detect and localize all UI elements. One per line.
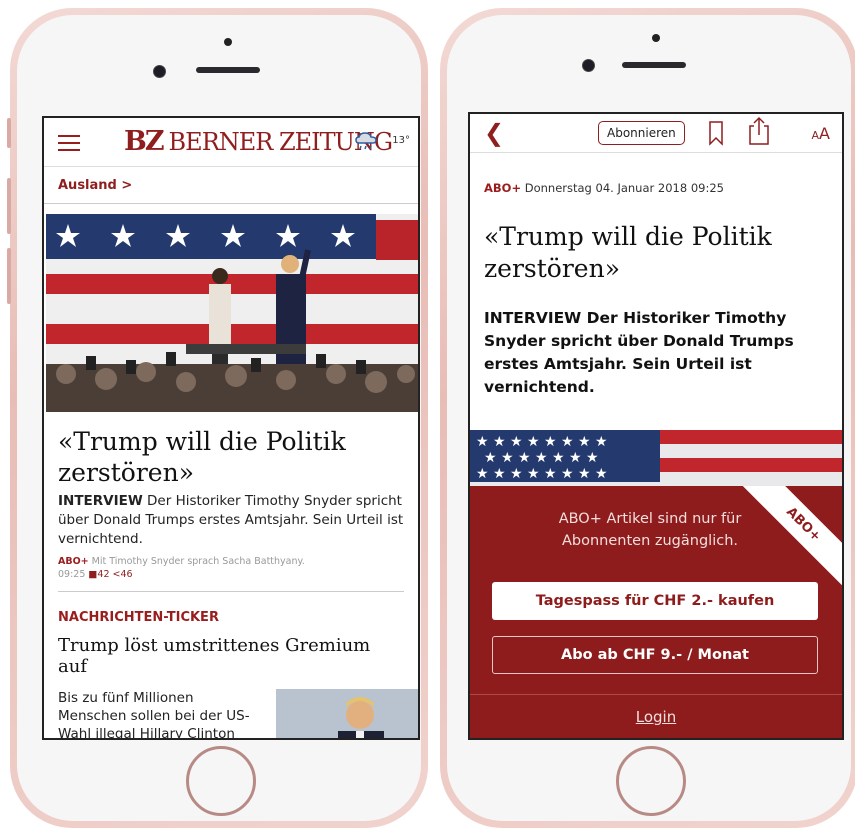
date-text: Donnerstag 04. Januar 2018 09:25: [521, 181, 724, 195]
article-meta: ABO+ Mit Timothy Snyder sprach Sacha Bat…: [44, 549, 418, 581]
article-date: ABO+ Donnerstag 04. Januar 2018 09:25: [470, 153, 842, 195]
day-pass-button[interactable]: Tagespass für CHF 2.- kaufen: [492, 582, 818, 620]
paywall: ABO+ Artikel sind nur für Abonnenten zug…: [470, 486, 842, 738]
back-chevron-icon[interactable]: ❮: [484, 119, 504, 147]
front-camera-icon: [153, 65, 166, 78]
logo-bz: BZ: [124, 126, 165, 157]
share-icon[interactable]: [748, 116, 770, 146]
abo-badge: ABO+: [58, 556, 89, 567]
abo-badge: ABO+: [484, 181, 522, 195]
svg-text:★ ★ ★ ★ ★ ★ ★: ★ ★ ★ ★ ★ ★ ★: [484, 450, 599, 466]
screen: ❮ Abonnieren AA ABO+ Donnerstag 04. Janu…: [468, 112, 844, 740]
app-header: BZ BERNER ZEITUNG 13°: [44, 118, 418, 167]
ticker-photo[interactable]: [276, 689, 418, 738]
proximity-sensor: [652, 34, 660, 42]
screen: BZ BERNER ZEITUNG 13° Ausland > «Trump w…: [42, 116, 420, 740]
ticker-label[interactable]: NACHRICHTEN-TICKER: [44, 592, 418, 625]
earpiece-speaker: [196, 67, 260, 73]
subscribe-button[interactable]: Abonnieren: [598, 121, 685, 145]
comment-count[interactable]: 42: [97, 569, 109, 580]
article-toolbar: ❮ Abonnieren AA: [470, 114, 842, 153]
volume-up-button: [7, 178, 11, 234]
section-link-ausland[interactable]: Ausland >: [44, 167, 418, 204]
divider: [470, 694, 842, 695]
font-small-label: A: [811, 129, 820, 142]
ticker-headline[interactable]: Trump löst umstrittenes Gremium auf: [44, 625, 418, 677]
login-link[interactable]: Login: [470, 708, 842, 726]
proximity-sensor: [224, 38, 232, 46]
home-button[interactable]: [616, 746, 686, 816]
article-photo-preview: ★ ★ ★ ★ ★ ★ ★ ★ ★ ★ ★ ★ ★ ★ ★ ★ ★ ★ ★ ★ …: [470, 430, 842, 486]
article-lead[interactable]: INTERVIEW Der Historiker Timothy Snyder …: [44, 492, 418, 549]
ticker-item[interactable]: Bis zu fünf Millionen Menschen sollen be…: [44, 677, 418, 740]
article-lead: INTERVIEW Der Historiker Timothy Snyder …: [484, 309, 794, 396]
article-headline[interactable]: «Trump will die Politik zerstören»: [44, 412, 418, 492]
share-count[interactable]: 46: [121, 569, 133, 580]
subscription-button[interactable]: Abo ab CHF 9.- / Monat: [492, 636, 818, 674]
article-photo[interactable]: [46, 214, 418, 412]
lead-prefix: INTERVIEW: [58, 493, 143, 509]
font-size-button[interactable]: AA: [812, 124, 830, 143]
ticker-text: Bis zu fünf Millionen Menschen sollen be…: [58, 690, 250, 740]
phone-right: ❮ Abonnieren AA ABO+ Donnerstag 04. Janu…: [440, 8, 855, 828]
article-time: 09:25: [58, 569, 86, 580]
bookmark-icon[interactable]: [708, 120, 724, 146]
earpiece-speaker: [622, 62, 686, 68]
phone-left: BZ BERNER ZEITUNG 13° Ausland > «Trump w…: [7, 8, 428, 828]
temperature: 13°: [392, 135, 410, 146]
font-large-label: A: [819, 124, 830, 143]
home-button[interactable]: [186, 746, 256, 816]
byline: Mit Timothy Snyder sprach Sacha Batthyan…: [88, 556, 305, 567]
bz-logo[interactable]: BZ BERNER ZEITUNG: [124, 126, 393, 157]
svg-text:★ ★ ★ ★ ★ ★ ★ ★: ★ ★ ★ ★ ★ ★ ★ ★: [476, 434, 608, 450]
mute-switch: [7, 118, 11, 148]
hamburger-menu-icon[interactable]: [58, 135, 80, 151]
volume-down-button: [7, 248, 11, 304]
paywall-message: ABO+ Artikel sind nur für Abonnenten zug…: [558, 511, 742, 549]
front-camera-icon: [582, 59, 595, 72]
share-icon: <: [112, 569, 121, 580]
svg-text:★ ★ ★ ★ ★ ★ ★ ★: ★ ★ ★ ★ ★ ★ ★ ★: [476, 466, 608, 482]
article-headline: «Trump will die Politik zerstören»: [484, 222, 772, 283]
cloud-rain-icon[interactable]: [354, 132, 378, 152]
